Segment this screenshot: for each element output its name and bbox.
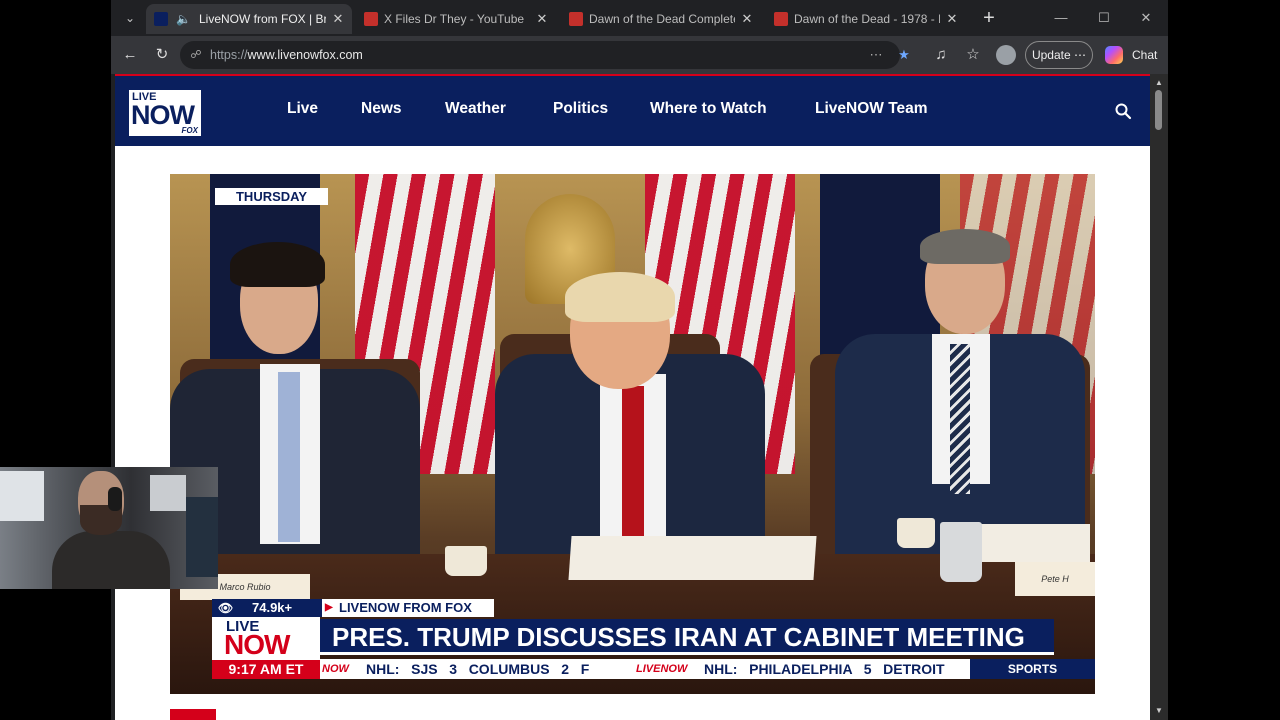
ticker-bug: LIVENOW (636, 663, 688, 675)
ticker-score: NHL: PHILADELPHIA 5 DETROIT (704, 661, 945, 677)
day-tag: THURSDAY (215, 188, 328, 205)
source-label: ▶ LIVENOW FROM FOX (322, 599, 494, 617)
favorite-star-icon[interactable]: ★ (895, 46, 913, 64)
score-ticker: NOW NHL: SJS 3 COLUMBUS 2 F LIVENOW NHL:… (320, 659, 970, 679)
livenow-logo[interactable]: LIVE NOW FOX (129, 90, 201, 136)
nav-livenow-team[interactable]: LiveNOW Team (815, 100, 928, 118)
headset-icon (108, 487, 122, 511)
scrollbar-thumb[interactable] (1155, 90, 1162, 130)
window-close-icon[interactable]: ✕ (1131, 6, 1161, 30)
nav-news[interactable]: News (361, 100, 402, 118)
sports-tag: SPORTS (970, 659, 1095, 679)
placard-right: Pete H (1015, 562, 1095, 596)
eye-icon: 👁 (218, 601, 234, 615)
nav-live[interactable]: Live (287, 100, 318, 118)
youtube-favicon-icon (569, 12, 583, 26)
back-icon[interactable]: ← (118, 43, 142, 67)
tab-title: LiveNOW from FOX | Breaking (199, 12, 326, 26)
favorites-icon[interactable]: ☆ (961, 43, 985, 67)
youtube-favicon-icon (774, 12, 788, 26)
page-viewport: LIVE NOW FOX Live News Weather Politics … (115, 74, 1150, 720)
update-button[interactable]: Update ⋯ (1025, 41, 1093, 69)
webcam-overlay (0, 467, 218, 589)
tab-list-menu-icon[interactable]: ⌄ (119, 7, 141, 29)
viewer-count: 👁 74.9k+ (212, 599, 322, 617)
close-tab-icon[interactable]: ✕ (944, 4, 960, 34)
browser-toolbar: ← ↻ ☍ https://www.livenowfox.com ⋯ ★ ♫ ☆… (111, 36, 1168, 74)
browser-window: ⌄ 🔈 LiveNOW from FOX | Breaking ✕ X File… (111, 0, 1168, 720)
nav-politics[interactable]: Politics (553, 100, 608, 118)
copilot-icon (1105, 46, 1123, 64)
site-header: LIVE NOW FOX Live News Weather Politics … (115, 74, 1150, 146)
close-tab-icon[interactable]: ✕ (534, 4, 550, 34)
livenow-favicon-icon (154, 12, 168, 26)
broadcast-time: 9:17 AM ET (212, 660, 320, 679)
scroll-up-icon[interactable]: ▲ (1150, 76, 1168, 90)
profile-avatar[interactable] (996, 45, 1016, 65)
water-glass-left (445, 546, 487, 576)
speaker-icon[interactable]: 🔈 (176, 4, 191, 34)
search-icon[interactable] (1114, 102, 1132, 120)
water-glass-right (940, 522, 982, 582)
reload-icon[interactable]: ↻ (150, 43, 174, 67)
minimize-icon[interactable]: — (1046, 6, 1076, 30)
copilot-chat-button[interactable]: Chat (1101, 41, 1161, 69)
youtube-favicon-icon (364, 12, 378, 26)
section-accent (170, 709, 216, 720)
tab-livenow[interactable]: 🔈 LiveNOW from FOX | Breaking ✕ (146, 4, 352, 34)
close-tab-icon[interactable]: ✕ (330, 4, 346, 34)
headline-banner: PRES. TRUMP DISCUSSES IRAN AT CABINET ME… (320, 619, 1054, 655)
tab-strip: ⌄ 🔈 LiveNOW from FOX | Breaking ✕ X File… (111, 0, 1168, 36)
tab-xfiles[interactable]: X Files Dr They - YouTube ✕ (356, 4, 556, 34)
reading-mode-icon[interactable]: ⋯ (867, 46, 885, 64)
close-tab-icon[interactable]: ✕ (739, 4, 755, 34)
media-control-icon[interactable]: ♫ (929, 43, 953, 67)
address-bar[interactable]: ☍ https://www.livenowfox.com ⋯ ★ (180, 41, 910, 69)
page-scrollbar[interactable]: ▲ ▼ (1150, 74, 1168, 720)
url-text[interactable]: https://www.livenowfox.com (210, 41, 363, 69)
scroll-down-icon[interactable]: ▼ (1150, 704, 1168, 718)
new-tab-icon[interactable]: + (977, 5, 1001, 31)
tab-title: X Files Dr They - YouTube (384, 12, 525, 26)
maximize-icon[interactable]: ☐ (1089, 6, 1119, 30)
coffee-cup (897, 518, 935, 548)
papers-right (980, 524, 1090, 562)
nav-where-to-watch[interactable]: Where to Watch (650, 100, 767, 118)
ticker-score: NHL: SJS 3 COLUMBUS 2 F (366, 661, 590, 677)
tab-dawn-complete[interactable]: Dawn of the Dead Complete Cu ✕ (561, 4, 761, 34)
tab-dawn-1978[interactable]: Dawn of the Dead - 1978 - Full ✕ (766, 4, 966, 34)
site-info-icon[interactable]: ☍ (188, 47, 204, 63)
play-triangle-icon: ▶ (325, 602, 333, 613)
tab-title: Dawn of the Dead - 1978 - Full (794, 12, 940, 26)
nav-weather[interactable]: Weather (445, 100, 506, 118)
ticker-bug: NOW (322, 663, 349, 675)
video-player[interactable]: Marco Rubio Pete H THURSDAY 👁 74.9k+ ▶ L… (170, 174, 1095, 694)
tab-title: Dawn of the Dead Complete Cu (589, 12, 735, 26)
document-folder (568, 536, 817, 580)
